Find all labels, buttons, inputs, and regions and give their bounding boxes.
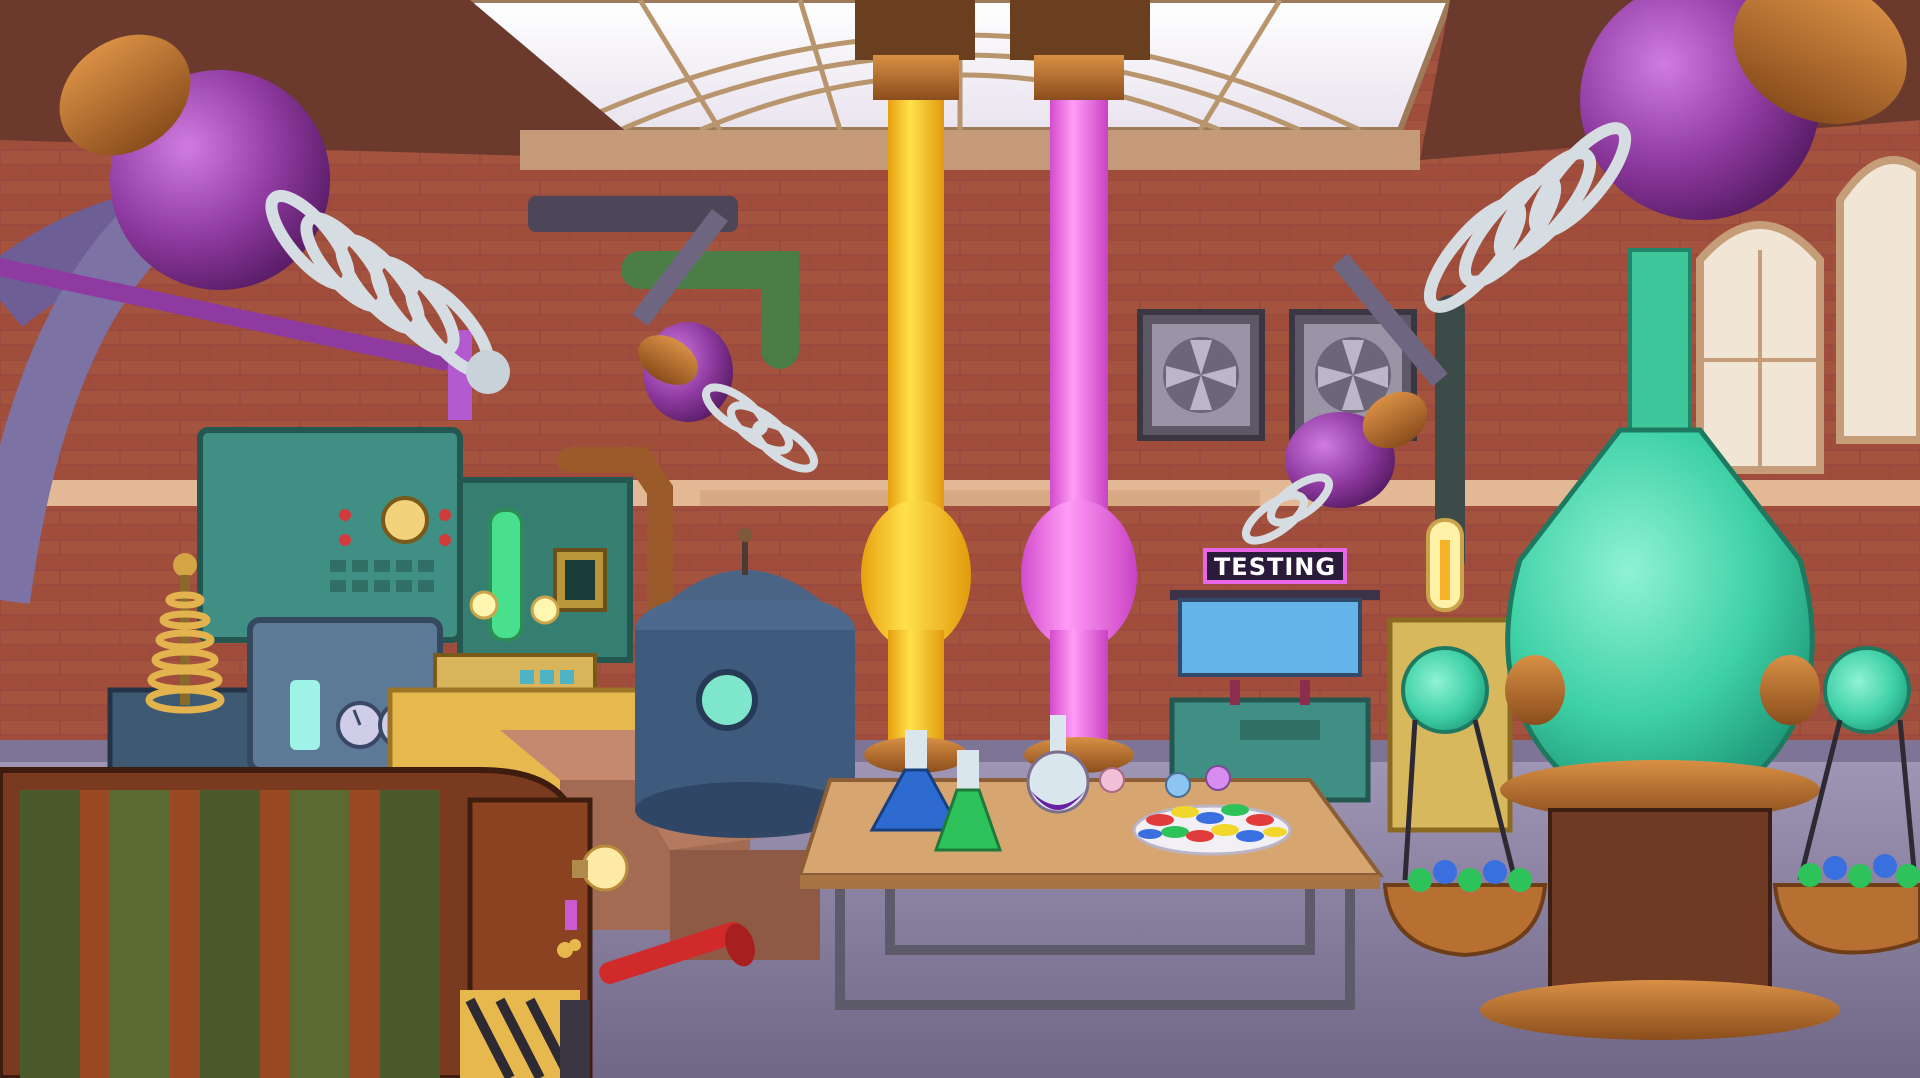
candy-plate (1132, 804, 1292, 856)
wall-fan-left (1137, 309, 1265, 441)
testing-sign-label: TESTING (1214, 553, 1336, 581)
copper-generator (0, 767, 629, 1078)
lab-scene: TESTING (0, 0, 1920, 1078)
